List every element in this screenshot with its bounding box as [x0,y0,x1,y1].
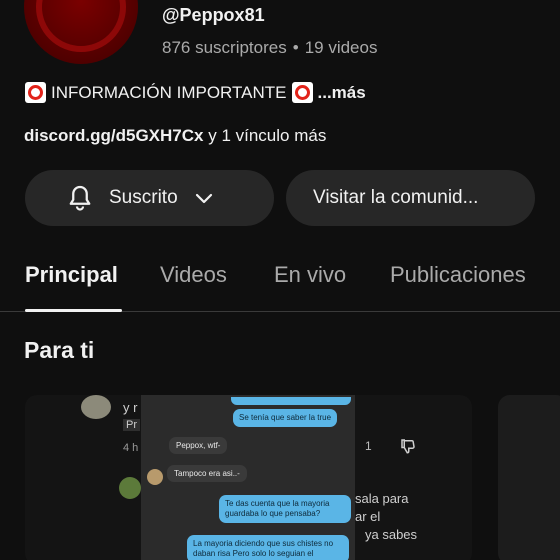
thumb-text: ya sabes [365,527,418,542]
visit-community-button[interactable]: Visitar la comunid... [286,170,535,226]
thumb-text: Pr [123,419,140,431]
channel-description[interactable]: INFORMACIÓN IMPORTANTE ...más [24,82,366,103]
red-circle-emoji [291,82,313,103]
thumb-text: ar el [355,509,381,524]
chat-bubble: Peppox, wtf- [169,437,228,454]
chat-bubble: Se tenía que saber la true [233,409,338,427]
video-card[interactable] [498,395,560,560]
channel-tabs: Principal Videos En vivo Publicaciones [0,252,560,312]
video-card[interactable]: y r Pr 4 h Se tenía que saber la true Pe… [25,395,472,560]
tab-publicaciones[interactable]: Publicaciones [390,262,526,288]
thumb-text: 4 h [123,442,139,454]
chevron-down-icon [195,193,212,204]
section-title: Para ti [24,337,95,363]
channel-handle: @Peppox81 [162,5,265,25]
description-more-link[interactable]: ...más [318,83,366,103]
subscribed-button[interactable]: Suscrito [25,170,274,226]
thumb-text: sala para [355,491,409,506]
chat-avatar [147,469,163,485]
thumb-text: y r [123,400,138,415]
commenter-avatar [119,477,141,499]
commenter-avatar [81,395,111,419]
subscriber-count: 876 suscriptores [162,38,287,57]
chat-screenshot: Se tenía que saber la true Peppox, wtf- … [141,395,355,560]
chat-bubble: La mayoria diciendo que sus chistes no d… [187,535,349,560]
chat-bubble: Tampoco era asi..- [167,465,247,482]
chat-bubble [231,397,351,405]
channel-stats: 876 suscriptores • 19 videos [162,38,377,58]
tab-en-vivo[interactable]: En vivo [274,262,346,288]
channel-links[interactable]: discord.gg/d5GXH7Cx y 1 vínculo más [24,126,326,146]
more-links[interactable]: y 1 vínculo más [208,126,326,145]
active-tab-indicator [25,309,122,312]
discord-link[interactable]: discord.gg/d5GXH7Cx [24,126,203,145]
thumb-text: 1 [365,439,372,453]
video-count: 19 videos [304,38,378,57]
description-text: INFORMACIÓN IMPORTANTE [51,82,287,102]
dislike-icon [401,439,415,454]
bell-icon [69,185,91,211]
tab-principal[interactable]: Principal [25,262,118,288]
red-circle-emoji [25,82,46,103]
visit-community-label: Visitar la comunid... [313,187,479,208]
stats-separator: • [292,38,299,57]
subscribed-label: Suscrito [109,187,178,208]
chat-bubble: Te das cuenta que la mayoria guardaba lo… [219,495,351,523]
tab-videos[interactable]: Videos [160,262,227,288]
